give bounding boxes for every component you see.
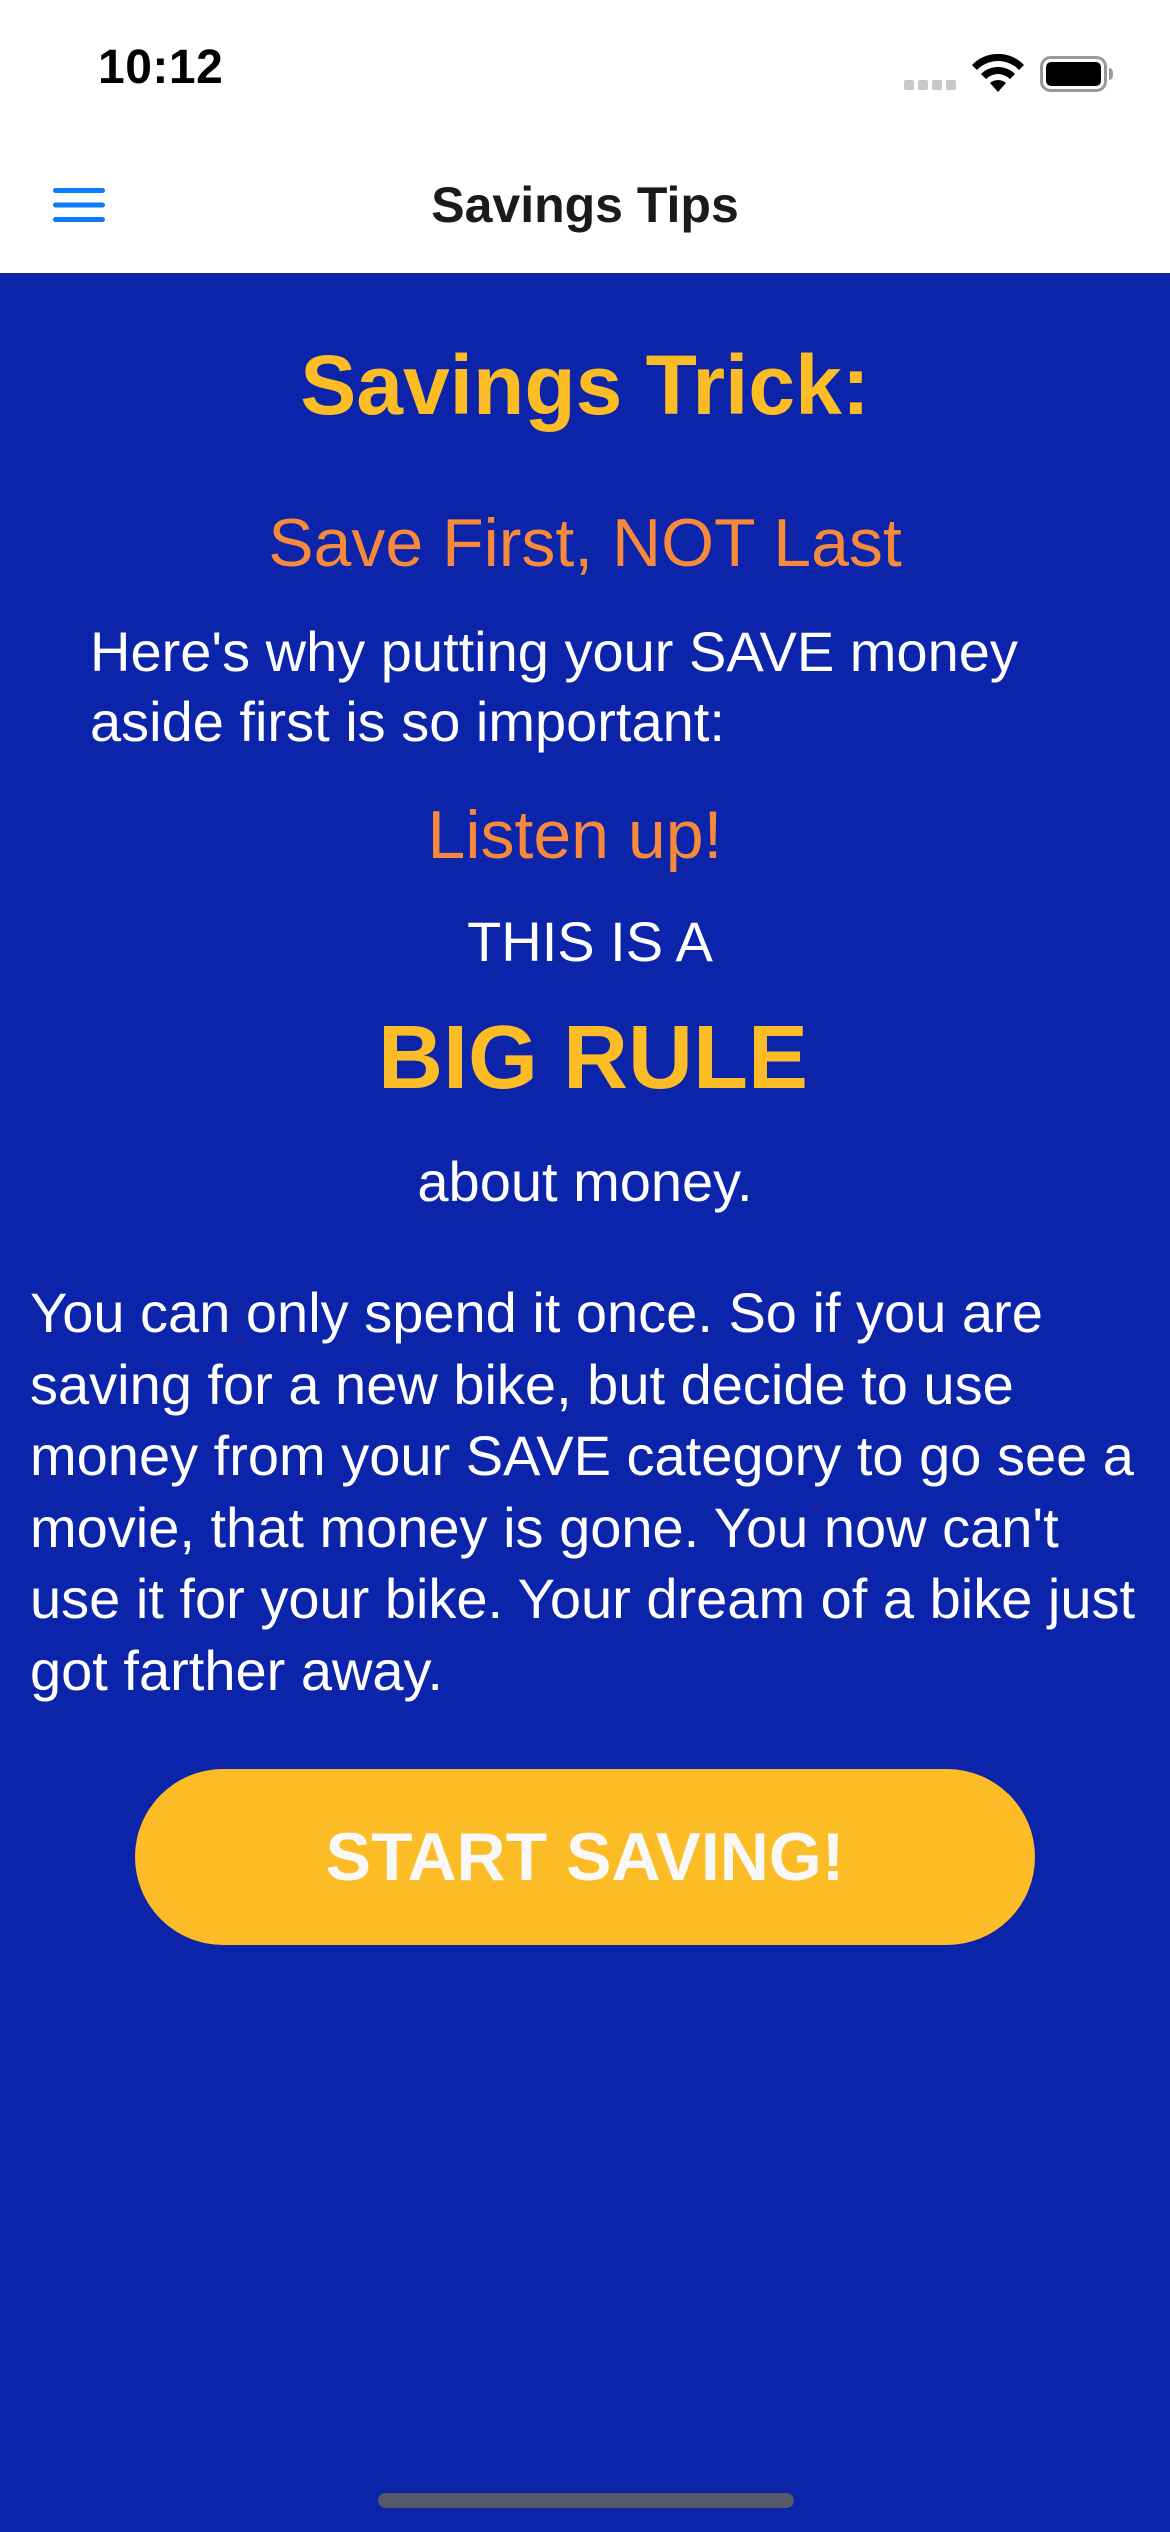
this-is-a-text: THIS IS A [467, 910, 713, 973]
navigation-bar: Savings Tips [0, 140, 1170, 273]
listen-up-text: Listen up! [427, 797, 723, 873]
tip-heading: Savings Trick: [300, 338, 870, 432]
battery-icon [1040, 56, 1113, 92]
cell-signal-icon [904, 80, 956, 90]
status-time: 10:12 [98, 41, 224, 94]
status-bar: 10:12 [0, 0, 1170, 140]
about-money-text: about money. [417, 1150, 753, 1213]
wifi-icon [972, 54, 1024, 92]
explanation-paragraph: You can only spend it once. So if you ar… [30, 1281, 1136, 1702]
start-saving-button[interactable]: START SAVING! [135, 1769, 1035, 1945]
tip-subheading: Save First, NOT Last [268, 505, 902, 581]
home-indicator[interactable] [378, 2493, 794, 2508]
big-rule-text: BIG RULE [377, 1008, 808, 1108]
page-title: Savings Tips [431, 177, 739, 233]
intro-text: Here's why putting your SAVE money aside… [90, 620, 1018, 753]
